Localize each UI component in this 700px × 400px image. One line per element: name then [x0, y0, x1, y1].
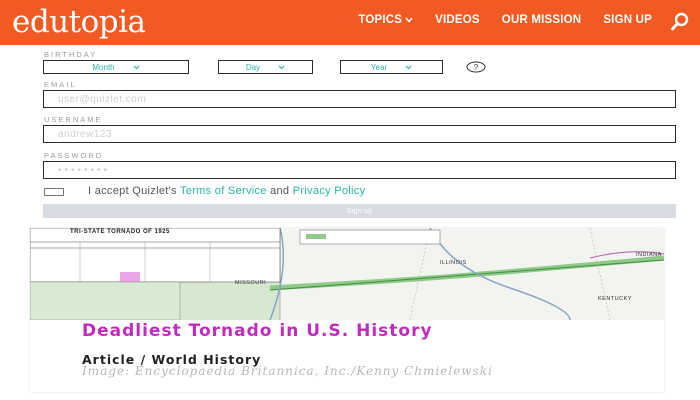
email-label: EMAIL: [44, 80, 77, 89]
main-nav: TOPICS VIDEOS OUR MISSION SIGN UP: [358, 14, 652, 26]
sign-up-button[interactable]: Sign up: [43, 204, 676, 218]
svg-text:?: ?: [474, 63, 479, 72]
month-select-value: Month: [92, 62, 115, 72]
birthday-month-select[interactable]: Month: [43, 60, 189, 74]
terms-and: and: [270, 185, 290, 197]
birthday-label: BIRTHDAY: [44, 50, 98, 59]
username-field[interactable]: andrew123: [43, 125, 676, 143]
terms-checkbox[interactable]: [44, 188, 64, 196]
day-select-value: Day: [245, 62, 261, 72]
terms-text: I accept Quizlet's Terms of Service and …: [88, 185, 365, 197]
year-select-value: Year: [370, 62, 388, 72]
nav-topics-label: TOPICS: [358, 14, 403, 26]
site-logo[interactable]: edutopia: [12, 4, 146, 40]
article-map-image: [30, 228, 664, 320]
nav-videos[interactable]: VIDEOS: [435, 14, 480, 26]
article-image-credit: Image: Encyclopaedia Britannica, Inc./Ke…: [82, 364, 493, 378]
birthday-day-select[interactable]: Day: [218, 60, 313, 74]
site-header: edutopia TOPICS VIDEOS OUR MISSION SIGN …: [0, 0, 700, 45]
password-label: PASSWORD: [44, 151, 104, 160]
username-placeholder: andrew123: [58, 128, 112, 140]
username-label: USERNAME: [44, 115, 103, 124]
map-label-missouri: MISSOURI: [235, 280, 267, 286]
map-table-title: TRI-STATE TORNADO OF 1925: [70, 229, 170, 235]
password-field[interactable]: ••••••••: [43, 161, 676, 179]
terms-of-service-link[interactable]: Terms of Service: [180, 185, 267, 197]
email-placeholder: user@quizlet.com: [58, 93, 147, 105]
chevron-down-icon: [405, 17, 413, 23]
nav-sign-up[interactable]: SIGN UP: [603, 14, 652, 26]
email-field[interactable]: user@quizlet.com: [43, 90, 676, 108]
chevron-down-icon: [133, 65, 140, 69]
chevron-down-icon: [278, 65, 285, 69]
privacy-policy-link[interactable]: Privacy Policy: [293, 185, 366, 197]
help-icon[interactable]: ?: [466, 61, 486, 73]
chevron-down-icon: [405, 65, 412, 69]
nav-our-mission[interactable]: OUR MISSION: [502, 14, 582, 26]
map-label-illinois: ILLINOIS: [440, 260, 467, 266]
search-icon[interactable]: [670, 12, 690, 32]
birthday-year-select[interactable]: Year: [340, 60, 443, 74]
nav-topics[interactable]: TOPICS: [358, 14, 413, 26]
article-title[interactable]: Deadliest Tornado in U.S. History: [82, 323, 562, 340]
map-label-indiana: INDIANA: [636, 252, 662, 258]
terms-prefix: I accept Quizlet's: [88, 185, 177, 197]
map-label-kentucky: KENTUCKY: [598, 296, 632, 302]
password-placeholder: ••••••••: [58, 164, 111, 176]
